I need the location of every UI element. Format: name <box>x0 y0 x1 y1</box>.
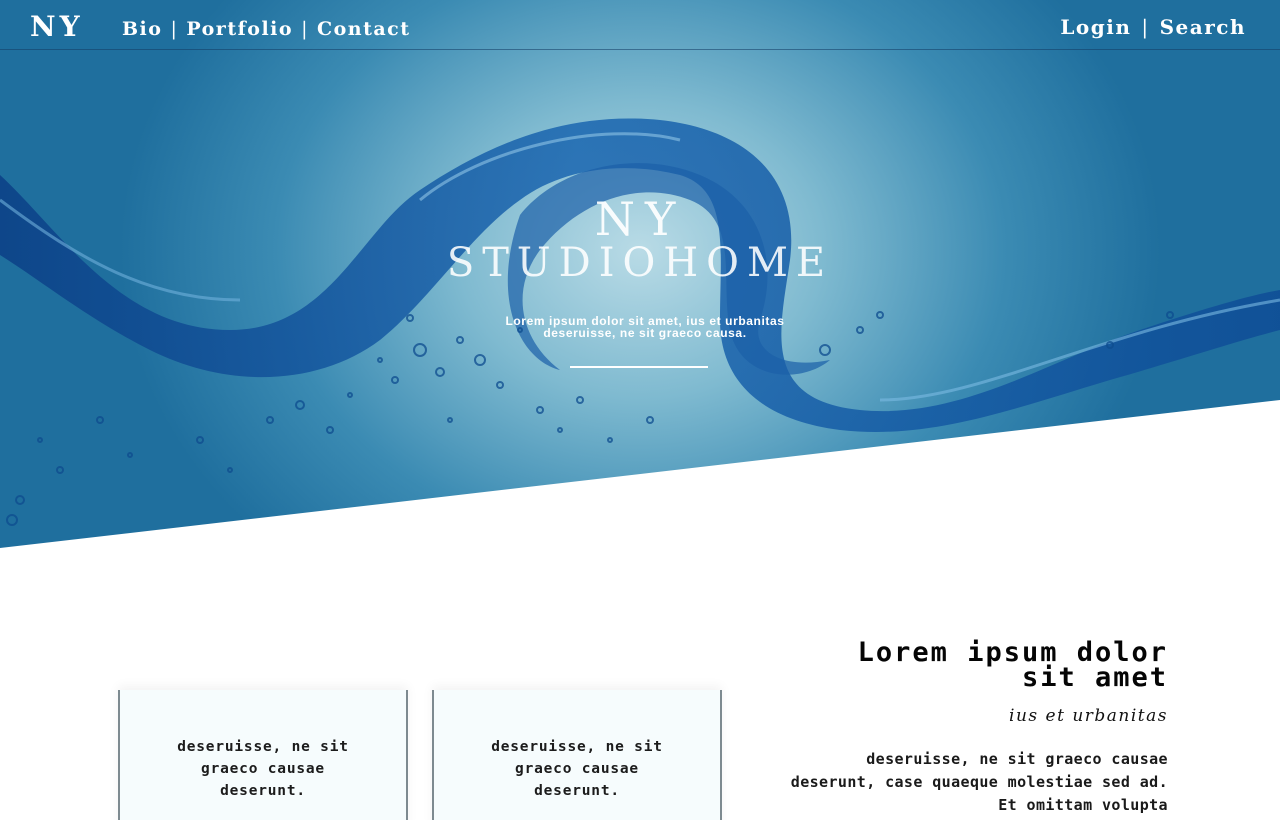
feature-card[interactable]: deseruisse, ne sit graeco causae deserun… <box>432 690 722 820</box>
search-link[interactable]: Search <box>1160 15 1246 39</box>
hero-subtitle: Lorem ipsum dolor sit amet, ius et urban… <box>505 314 785 340</box>
site-logo[interactable]: NY <box>30 10 84 43</box>
primary-nav: Bio | Portfolio | Contact <box>122 18 411 40</box>
section-heading: Lorem ipsum dolor sit amet <box>857 637 1168 693</box>
nav-link-portfolio[interactable]: Portfolio <box>186 18 293 40</box>
hero-divider <box>570 366 708 368</box>
card-text: deseruisse, ne sit graeco causae deserun… <box>491 739 663 799</box>
nav-link-bio[interactable]: Bio <box>122 18 162 40</box>
top-navigation-bar: NY Bio | Portfolio | Contact Login | Sea… <box>0 0 1280 50</box>
nav-link-contact[interactable]: Contact <box>317 18 411 40</box>
section-body: deseruisse, ne sit graeco causae deserun… <box>790 750 1168 814</box>
login-link[interactable]: Login <box>1060 15 1131 39</box>
section-subheading: ius et urbanitas <box>1009 706 1168 726</box>
hero-title-line-2: STUDIOHOME <box>446 240 834 286</box>
secondary-nav: Login | Search <box>1060 15 1246 39</box>
feature-text-column: Lorem ipsum dolor sit amet ius et urbani… <box>790 637 1168 817</box>
nav-separator: | <box>301 18 309 40</box>
nav-separator: | <box>1141 15 1150 39</box>
nav-separator: | <box>170 18 179 40</box>
card-text: deseruisse, ne sit graeco causae deserun… <box>177 739 349 799</box>
hero-title-line-1: NY <box>594 192 686 246</box>
feature-card[interactable]: deseruisse, ne sit graeco causae deserun… <box>118 690 408 820</box>
